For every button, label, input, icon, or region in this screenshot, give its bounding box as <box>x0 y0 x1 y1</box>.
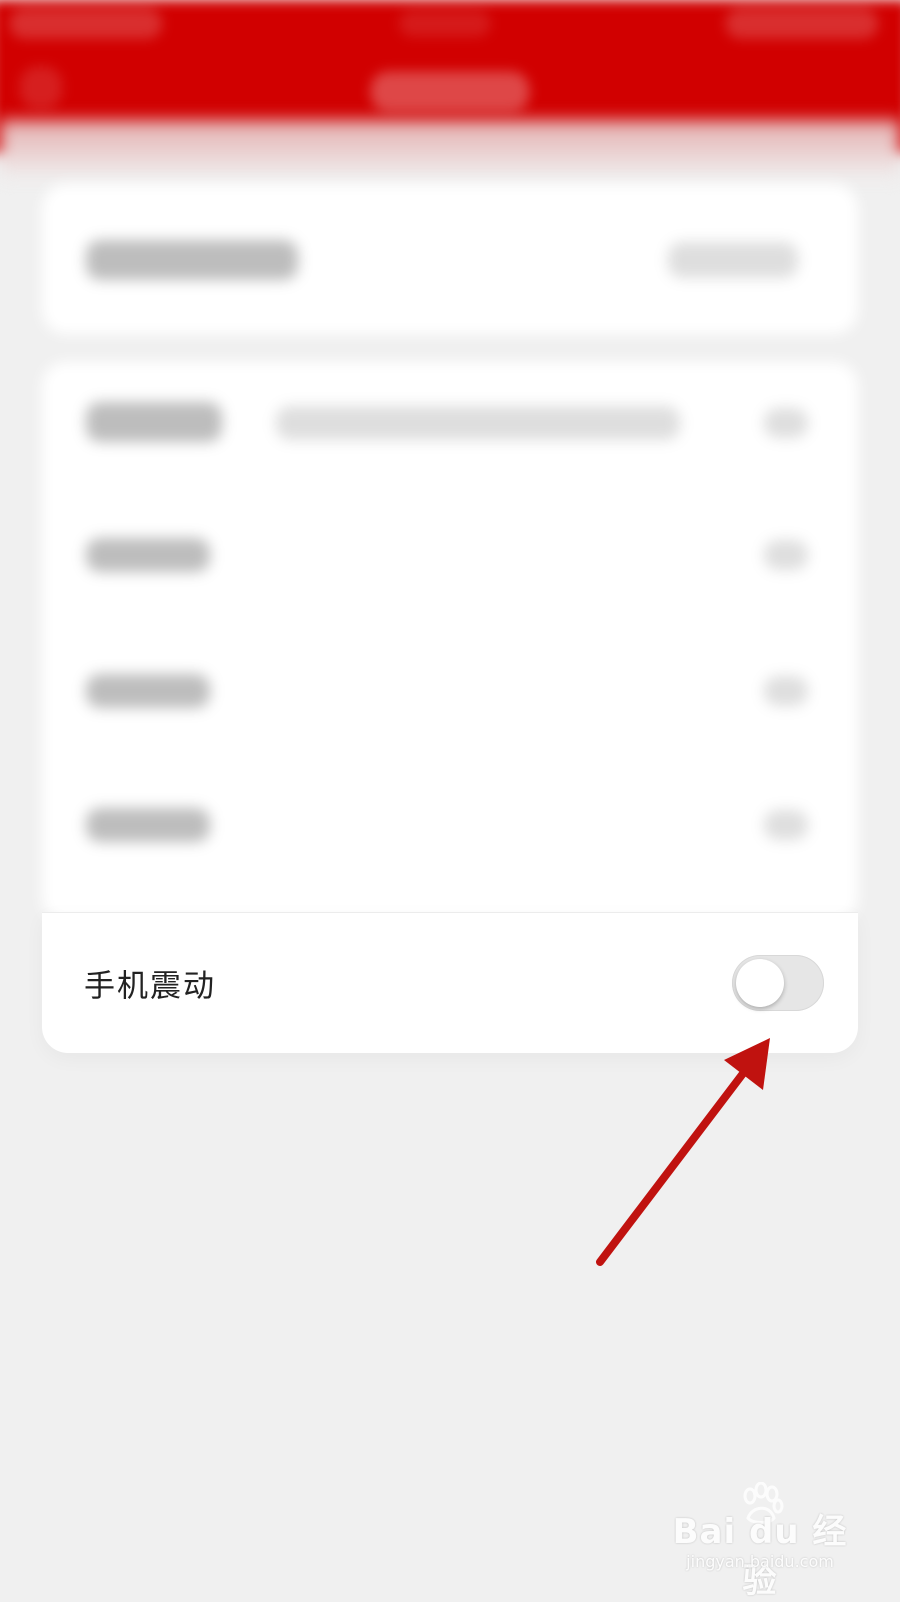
status-bar-left-blurred <box>9 8 163 39</box>
blurred-text <box>764 408 808 438</box>
blurred-text <box>276 406 680 440</box>
baidu-watermark: Bai du 经验 jingyan.baidu.com <box>670 1482 850 1601</box>
status-bar-right-blurred <box>725 8 879 39</box>
vibrate-label: 手机震动 <box>84 968 216 1005</box>
blurred-card-top <box>42 184 858 334</box>
blurred-text <box>668 242 798 278</box>
blurred-text <box>86 402 222 442</box>
blurred-text <box>764 810 808 840</box>
vibrate-toggle[interactable] <box>732 955 824 1011</box>
toggle-knob[interactable] <box>736 959 784 1007</box>
blurred-text <box>764 676 808 706</box>
watermark-url: jingyan.baidu.com <box>686 1552 834 1571</box>
blurred-text <box>86 808 210 842</box>
blurred-text <box>86 674 210 708</box>
blurred-text <box>86 538 210 572</box>
blurred-settings-area <box>0 170 900 930</box>
vibrate-setting-row: 手机震动 <box>42 912 858 1053</box>
back-button-blurred <box>19 66 63 110</box>
blurred-card-list <box>42 362 858 922</box>
blurred-text <box>764 540 808 570</box>
blurred-text <box>86 240 298 280</box>
status-bar-center-blurred <box>399 10 491 37</box>
page-title-blurred <box>370 71 530 113</box>
